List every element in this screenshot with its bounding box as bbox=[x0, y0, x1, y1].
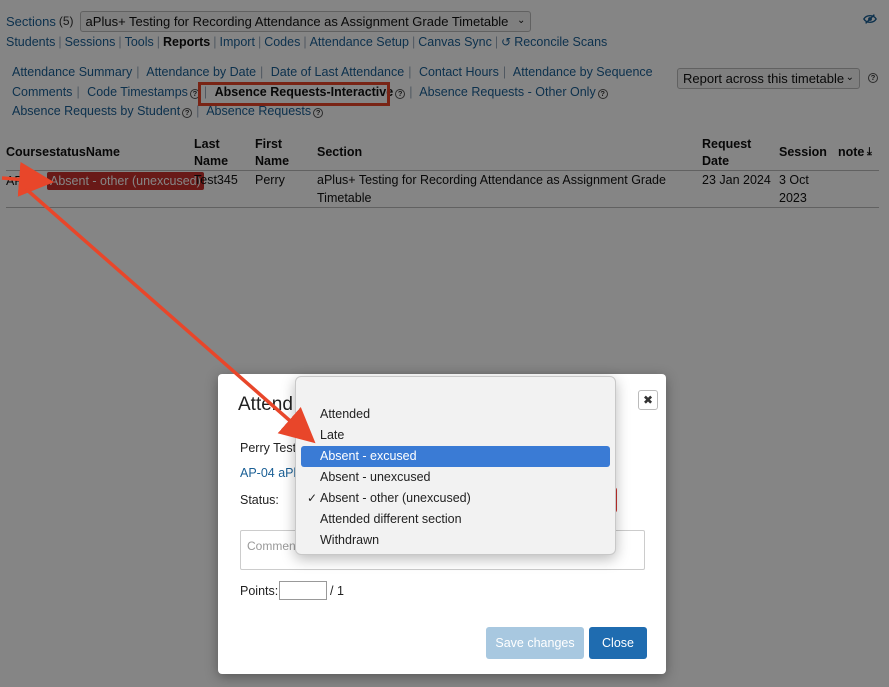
option-absent-unexcused[interactable]: Absent - unexcused bbox=[301, 467, 610, 488]
points-input[interactable] bbox=[279, 581, 327, 600]
option-absent-excused[interactable]: Absent - excused bbox=[301, 446, 610, 467]
points-label: Points: bbox=[240, 584, 279, 598]
course-link[interactable]: AP-04 aPlu bbox=[240, 466, 303, 480]
option-absent-other-unexcused[interactable]: ✓ Absent - other (unexcused) bbox=[301, 488, 610, 509]
option-attended[interactable]: Attended bbox=[301, 404, 610, 425]
points-total: / 1 bbox=[330, 584, 344, 598]
option-attended-different-section[interactable]: Attended different section bbox=[301, 509, 610, 530]
status-label: Status: bbox=[240, 493, 279, 507]
option-withdrawn[interactable]: Withdrawn bbox=[301, 530, 610, 551]
close-icon[interactable]: ✖ bbox=[638, 390, 658, 410]
status-dropdown-menu: Attended Late Absent - excused Absent - … bbox=[295, 376, 616, 555]
save-changes-button[interactable]: Save changes bbox=[486, 627, 584, 659]
close-button[interactable]: Close bbox=[589, 627, 647, 659]
checkmark-icon: ✓ bbox=[307, 491, 318, 505]
option-late[interactable]: Late bbox=[301, 425, 610, 446]
student-name: Perry Test bbox=[240, 441, 297, 455]
modal-title: Attend bbox=[238, 394, 293, 415]
